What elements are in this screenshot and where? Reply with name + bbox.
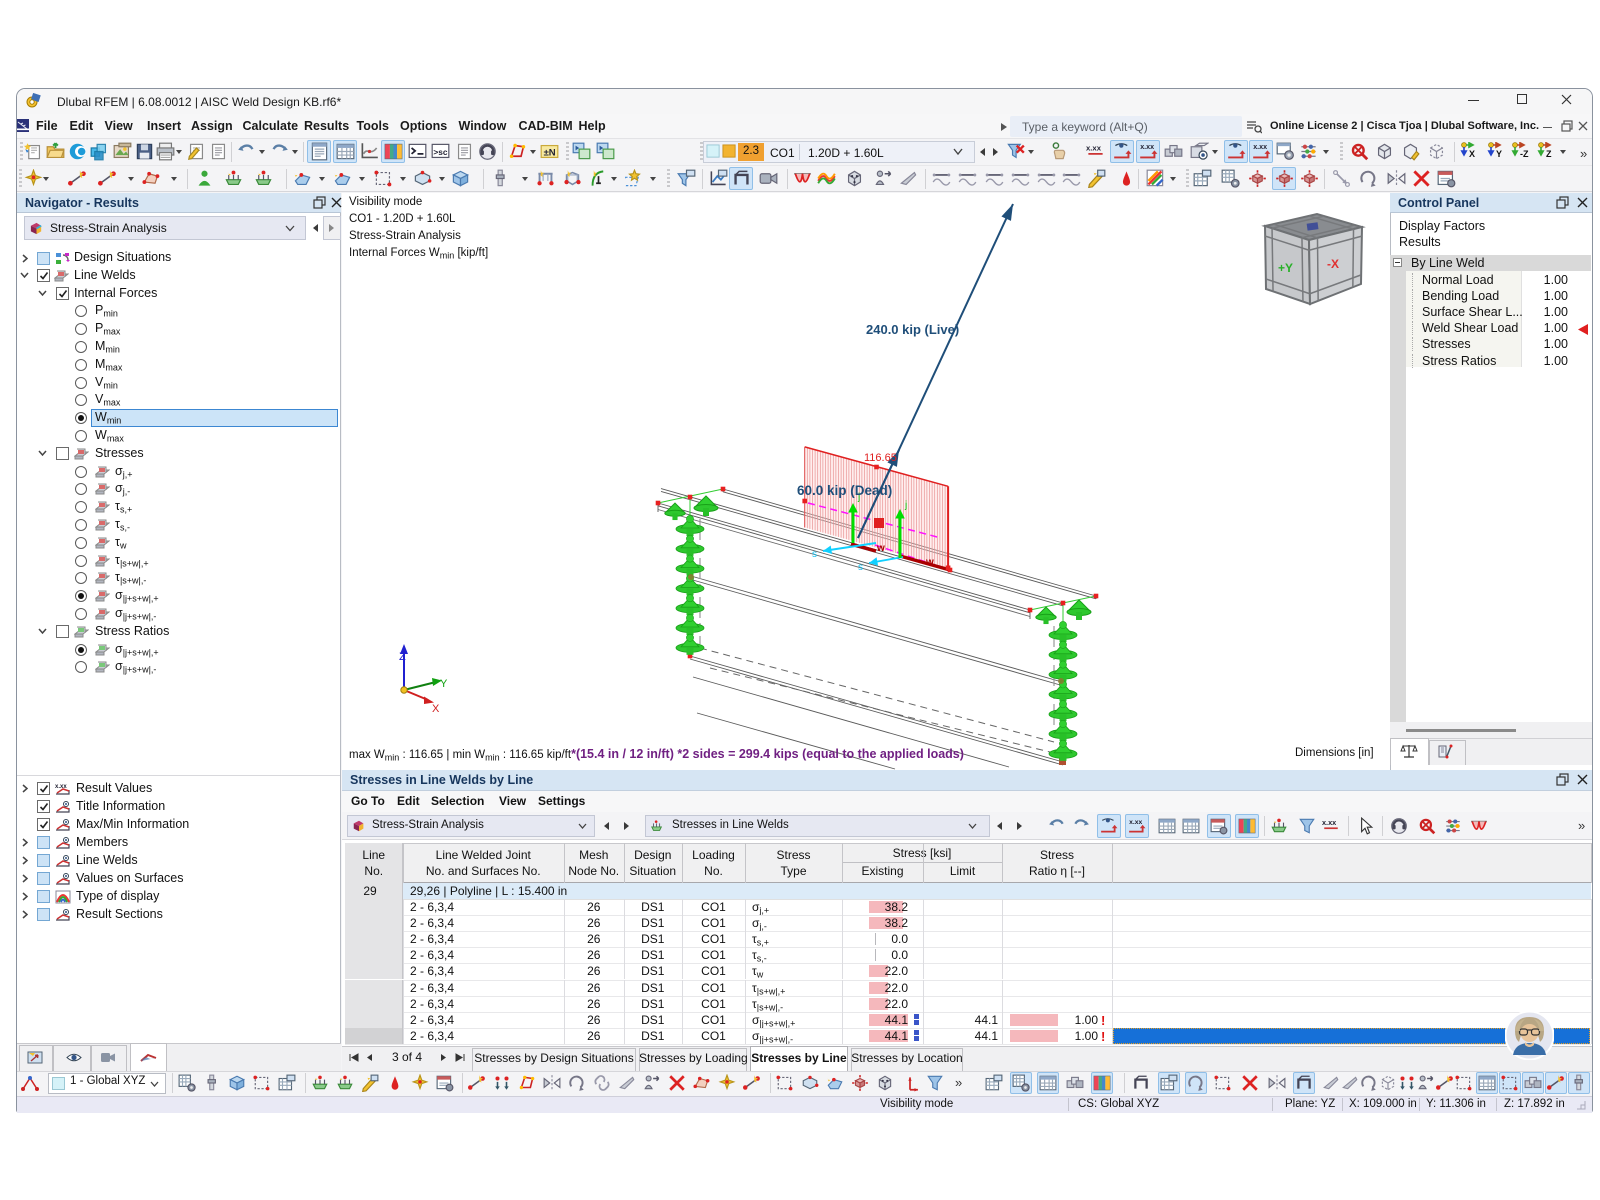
svg-text:w: w [925,557,934,568]
svg-text:X: X [1469,149,1475,159]
svg-text:-X: -X [1327,257,1339,271]
svg-text:w: w [876,543,885,554]
svg-text:±N: ±N [544,148,556,159]
svg-text:x.xx: x.xx [1253,143,1267,151]
svg-text:+Y: +Y [1278,261,1293,275]
svg-text:s: s [858,562,863,573]
svg-text:x.xx: x.xx [1086,143,1102,152]
svg-text:x.xx: x.xx [1129,819,1142,826]
svg-text:Y: Y [1496,149,1502,159]
svg-text:>sc: >sc [433,147,447,157]
svg-text:x.xx: x.xx [1140,143,1154,151]
svg-text:s: s [812,549,817,560]
svg-text:-Z: -Z [1520,149,1529,159]
svg-text:j: j [904,500,907,511]
svg-text:X: X [432,703,440,715]
svg-text:Z: Z [399,651,406,663]
svg-text:Z: Z [1546,149,1552,159]
svg-text:Y: Y [440,678,448,690]
svg-text:x.xx: x.xx [1322,818,1336,827]
